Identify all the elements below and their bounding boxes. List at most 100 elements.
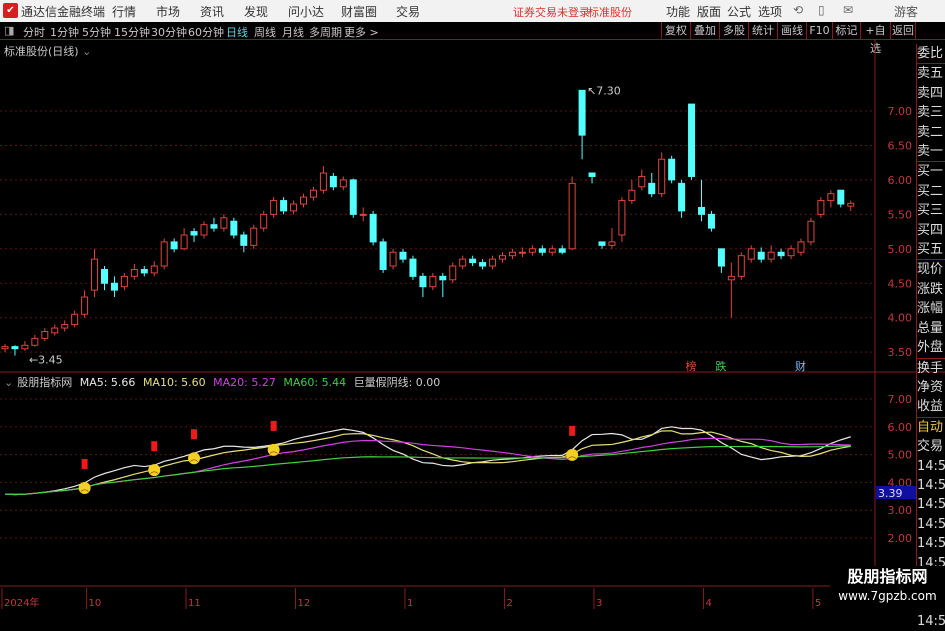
quote-label: 委比	[917, 46, 944, 61]
add-watchlist-button[interactable]: +自选	[860, 22, 890, 55]
candle-body	[737, 255, 745, 277]
x-axis-label: 11	[188, 598, 201, 609]
chevron-down-icon[interactable]: ⌄	[4, 376, 13, 389]
menu-item-caifuquan[interactable]: 财富圈	[341, 3, 377, 20]
f10-button[interactable]: F10	[806, 22, 832, 40]
fuquan-button[interactable]: 复权	[661, 22, 690, 40]
candle-body	[479, 262, 487, 267]
tab-15min[interactable]: 15分钟	[114, 24, 150, 40]
indicator-y-tick-label: 3.00	[888, 504, 913, 517]
candle-body	[170, 241, 178, 250]
app-title: 通达信金融终端	[21, 5, 106, 19]
candle-body	[389, 251, 397, 267]
ma60-value: MA60: 5.44	[283, 376, 347, 389]
candle-body	[51, 327, 59, 334]
indicator-y-tick-label: 6.00	[888, 421, 913, 434]
x-axis-label: 12	[298, 598, 311, 609]
sidebar-toggle-icon[interactable]: ◨	[4, 24, 14, 37]
tab-1min[interactable]: 1分钟	[50, 24, 79, 40]
menu-item-faxian[interactable]: 发现	[244, 3, 268, 20]
menu-item-gongneng[interactable]: 功能	[666, 3, 690, 20]
quote-label: 交易	[917, 439, 944, 455]
signal-bar	[270, 420, 277, 431]
quote-label: 买三	[917, 203, 944, 219]
y-tick-label: 7.00	[888, 105, 913, 118]
candle-body	[160, 241, 168, 267]
tab-more[interactable]: 更多 >	[344, 24, 379, 40]
candle-body	[658, 158, 666, 195]
quote-panel: 委比 卖五 卖四 卖三 卖二 卖一 买一 买二 买三 买四 买五 现价 涨跌 涨幅 总量 外盘 换手 净资 收益 自动…	[916, 44, 945, 629]
candle-body	[31, 337, 39, 346]
tab-daily[interactable]: 日线	[226, 24, 248, 40]
menu-bar: ✔ 通达信金融终端 行情 市场 资讯 发现 问小达 财富圈 交易 证券交易未登录…	[0, 0, 945, 22]
tab-5min[interactable]: 5分钟	[82, 24, 111, 40]
candle-body	[598, 241, 606, 246]
kline-chart[interactable]: 7.00 6.50 6.00 5.50 5.00 4.50 4.00 3.50 7.00 6.00…	[0, 40, 945, 609]
y-tick-label: 5.50	[888, 208, 913, 221]
mark-button[interactable]: 标记	[832, 22, 860, 40]
candle-body	[688, 103, 696, 177]
tab-weekly[interactable]: 周线	[254, 24, 276, 40]
fake-yin-value: 巨量假阴线: 0.00	[353, 376, 441, 389]
candle-body	[707, 213, 715, 229]
watermark-line1: 股朋指标网	[847, 567, 928, 586]
quote-label: 买一	[917, 161, 945, 181]
user-label[interactable]: 游客	[894, 3, 918, 20]
candle-body	[668, 158, 676, 181]
x-axis-label: 2024年	[4, 596, 39, 609]
menu-item-zixun[interactable]: 资讯	[200, 3, 224, 20]
tab-60min[interactable]: 60分钟	[188, 24, 224, 40]
candle-body	[71, 313, 79, 326]
candle-body	[11, 346, 19, 350]
stats-button[interactable]: 统计	[748, 22, 777, 40]
candle-body	[349, 179, 357, 215]
candle-body	[300, 196, 307, 205]
signal-bar	[569, 425, 576, 436]
candle-body	[588, 172, 596, 177]
tab-30min[interactable]: 30分钟	[151, 24, 187, 40]
candle-body	[429, 275, 437, 288]
candle-body	[618, 200, 626, 236]
watermark: 股朋指标网 www.7gpzb.com	[830, 566, 945, 609]
refresh-icon[interactable]: ⟲	[793, 3, 803, 17]
candle-body	[210, 224, 218, 229]
tab-fenshi[interactable]: 分时	[23, 24, 45, 40]
tab-multi-period[interactable]: 多周期	[309, 24, 342, 40]
candle-body	[827, 193, 835, 202]
event-marker: 财	[795, 359, 806, 373]
candle-body	[578, 89, 586, 136]
quote-label: 买五	[917, 242, 944, 258]
indicator-name[interactable]: 股朋指标网	[17, 376, 72, 389]
quote-label: 买二	[917, 183, 944, 199]
candle-body	[91, 258, 99, 291]
candle-body	[678, 182, 686, 212]
menu-item-gongshi[interactable]: 公式	[727, 3, 751, 20]
tab-monthly[interactable]: 月线	[282, 24, 304, 40]
back-button[interactable]: 返回	[890, 22, 916, 40]
quote-label: 现价	[917, 259, 945, 279]
menu-item-xuanxiang[interactable]: 选项	[758, 3, 782, 20]
menu-item-jiaoyi[interactable]: 交易	[396, 3, 420, 20]
candle-body	[61, 324, 69, 329]
candle-body	[41, 330, 49, 339]
mail-icon[interactable]: ✉	[843, 3, 853, 17]
draw-line-button[interactable]: 画线	[777, 22, 806, 40]
phone-icon[interactable]: ▯	[818, 3, 825, 17]
menu-item-wenxiaoda[interactable]: 问小达	[288, 3, 324, 20]
multi-stock-button[interactable]: 多股	[719, 22, 748, 40]
candle-body	[140, 268, 148, 274]
overlay-button[interactable]: 叠加	[690, 22, 719, 40]
candle-body	[797, 241, 805, 253]
quote-label: 涨幅	[917, 301, 944, 317]
candle-body	[608, 241, 616, 246]
menu-item-shichang[interactable]: 市场	[156, 3, 180, 20]
candle-body	[777, 251, 785, 257]
menu-item-hangqing[interactable]: 行情	[112, 3, 136, 20]
login-status[interactable]: 证券交易未登录	[513, 4, 590, 20]
menu-item-banmian[interactable]: 版面	[697, 3, 721, 20]
quote-label: 收益	[917, 399, 944, 415]
indicator-y-tick-label: 5.00	[888, 449, 913, 462]
y-tick-label: 5.00	[888, 243, 913, 256]
high-price-label: ↖7.30	[587, 84, 621, 97]
quote-label: 自动	[917, 416, 945, 437]
